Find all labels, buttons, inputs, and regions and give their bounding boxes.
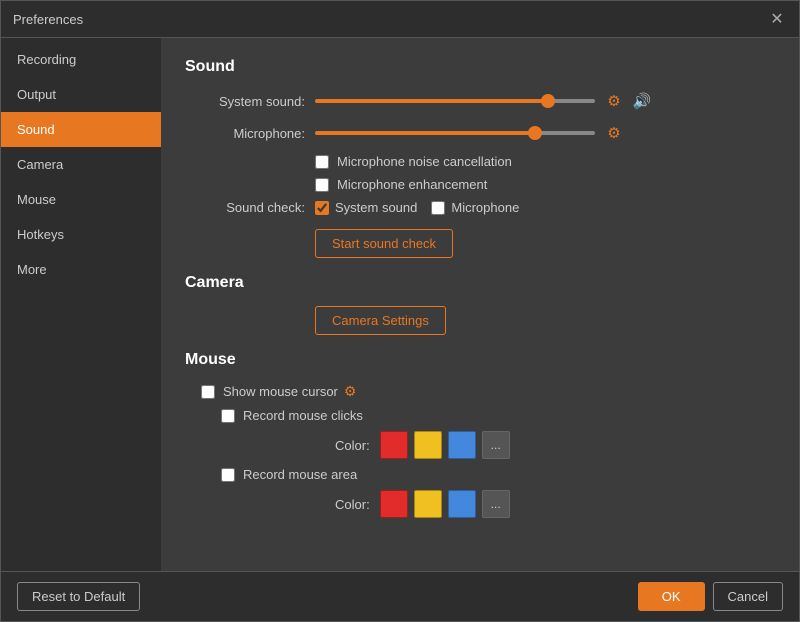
system-sound-label: System sound: [185, 94, 305, 109]
main-content: Recording Output Sound Camera Mouse Hotk… [1, 38, 799, 571]
ok-button[interactable]: OK [638, 582, 705, 611]
camera-section-title: Camera [185, 274, 775, 292]
system-sound-check-option: System sound [315, 200, 417, 215]
microphone-row: Microphone: ⚙ [185, 122, 775, 144]
sidebar: Recording Output Sound Camera Mouse Hotk… [1, 38, 161, 571]
system-sound-check-checkbox[interactable] [315, 201, 329, 215]
show-cursor-label: Show mouse cursor [223, 384, 338, 399]
area-color-row: Color: ... [335, 490, 775, 518]
microphone-slider-container: ⚙ [315, 122, 775, 144]
area-color-more-button[interactable]: ... [482, 490, 510, 518]
clicks-color-more-button[interactable]: ... [482, 431, 510, 459]
area-color-label: Color: [335, 497, 370, 512]
microphone-check-label: Microphone [451, 200, 519, 215]
clicks-color-label: Color: [335, 438, 370, 453]
color-swatch-blue-1[interactable] [448, 431, 476, 459]
cancel-button[interactable]: Cancel [713, 582, 783, 611]
system-sound-row: System sound: ⚙ 🔊 [185, 90, 775, 112]
record-area-row: Record mouse area [221, 467, 775, 482]
microphone-check-checkbox[interactable] [431, 201, 445, 215]
sidebar-item-more[interactable]: More [1, 252, 161, 287]
noise-cancel-row: Microphone noise cancellation [315, 154, 775, 169]
color-swatch-blue-2[interactable] [448, 490, 476, 518]
microphone-slider[interactable] [315, 131, 595, 135]
sidebar-item-camera[interactable]: Camera [1, 147, 161, 182]
system-sound-gear-icon[interactable]: ⚙ [603, 90, 625, 112]
preferences-dialog: Preferences ✕ Recording Output Sound Cam… [0, 0, 800, 622]
show-cursor-gear-icon[interactable]: ⚙ [344, 383, 357, 400]
microphone-check-option: Microphone [431, 200, 519, 215]
show-cursor-checkbox[interactable] [201, 385, 215, 399]
reset-to-default-button[interactable]: Reset to Default [17, 582, 140, 611]
noise-cancel-label: Microphone noise cancellation [337, 154, 512, 169]
sound-check-label: Sound check: [185, 200, 305, 215]
record-clicks-row: Record mouse clicks [221, 408, 775, 423]
sound-check-options: System sound Microphone [315, 200, 519, 215]
record-area-checkbox[interactable] [221, 468, 235, 482]
color-swatch-red-2[interactable] [380, 490, 408, 518]
color-swatch-yellow-1[interactable] [414, 431, 442, 459]
footer-actions: OK Cancel [638, 582, 783, 611]
sidebar-item-recording[interactable]: Recording [1, 42, 161, 77]
dialog-title: Preferences [13, 12, 83, 27]
microphone-gear-icon[interactable]: ⚙ [603, 122, 625, 144]
footer: Reset to Default OK Cancel [1, 571, 799, 621]
sound-check-row: Sound check: System sound Microphone [185, 200, 775, 215]
clicks-color-row: Color: ... [335, 431, 775, 459]
color-swatch-yellow-2[interactable] [414, 490, 442, 518]
start-sound-check-button[interactable]: Start sound check [315, 229, 453, 258]
microphone-label: Microphone: [185, 126, 305, 141]
sidebar-item-hotkeys[interactable]: Hotkeys [1, 217, 161, 252]
show-cursor-row: Show mouse cursor ⚙ [201, 383, 775, 400]
close-button[interactable]: ✕ [767, 9, 787, 29]
sound-section-title: Sound [185, 58, 775, 76]
record-clicks-label: Record mouse clicks [243, 408, 363, 423]
color-swatch-red-1[interactable] [380, 431, 408, 459]
enhancement-label: Microphone enhancement [337, 177, 487, 192]
system-sound-slider[interactable] [315, 99, 595, 103]
record-area-label: Record mouse area [243, 467, 357, 482]
sidebar-item-mouse[interactable]: Mouse [1, 182, 161, 217]
mouse-section-title: Mouse [185, 351, 775, 369]
speaker-icon[interactable]: 🔊 [631, 90, 653, 112]
sidebar-item-sound[interactable]: Sound [1, 112, 161, 147]
sidebar-item-output[interactable]: Output [1, 77, 161, 112]
title-bar: Preferences ✕ [1, 1, 799, 38]
enhancement-checkbox[interactable] [315, 178, 329, 192]
enhancement-row: Microphone enhancement [315, 177, 775, 192]
camera-settings-button[interactable]: Camera Settings [315, 306, 446, 335]
system-sound-check-label: System sound [335, 200, 417, 215]
record-clicks-checkbox[interactable] [221, 409, 235, 423]
settings-panel: Sound System sound: ⚙ 🔊 Microphone: ⚙ [161, 38, 799, 571]
noise-cancel-checkbox[interactable] [315, 155, 329, 169]
system-sound-slider-container: ⚙ 🔊 [315, 90, 775, 112]
